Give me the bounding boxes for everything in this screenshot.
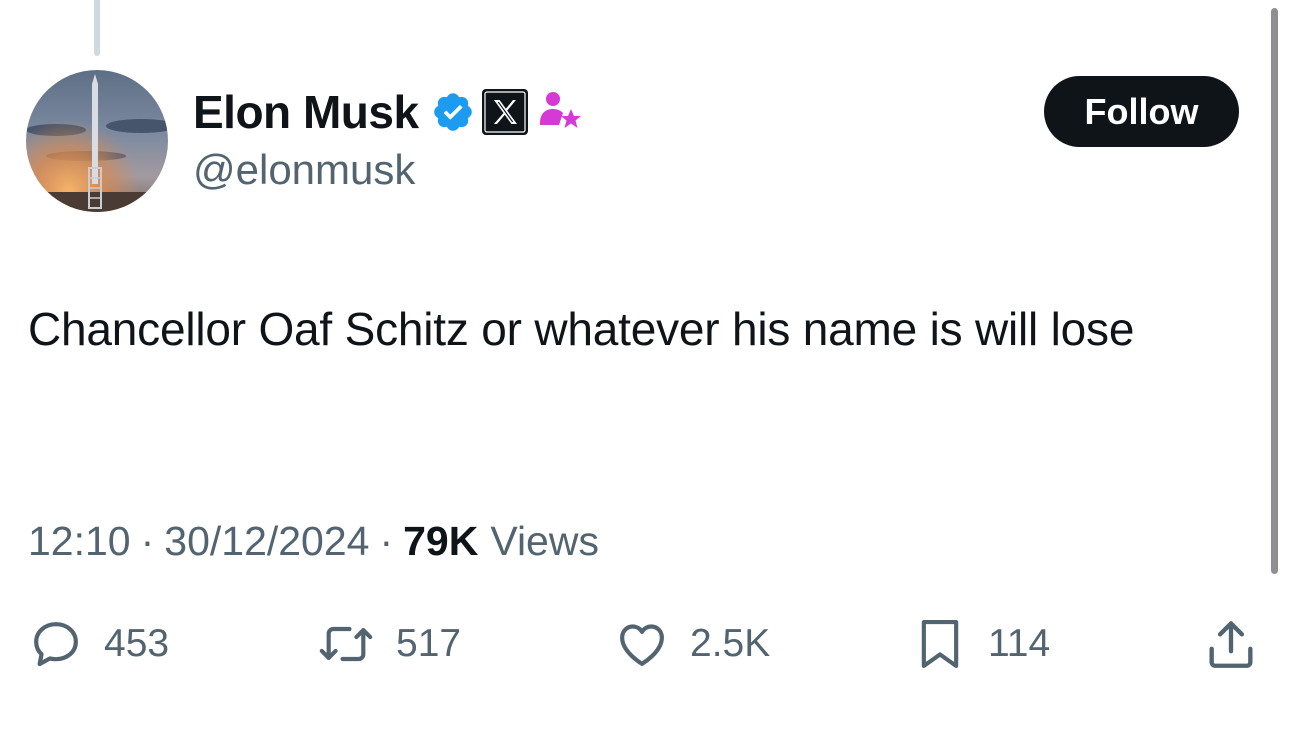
repost-button[interactable]: 517: [316, 616, 461, 672]
like-count: 2.5K: [690, 622, 771, 665]
tweet-page: Elon Musk @elonmusk Follow Chancellor Oa…: [0, 0, 1290, 748]
scrollbar[interactable]: [1271, 8, 1278, 574]
author-handle[interactable]: @elonmusk: [193, 146, 415, 194]
user-star-icon[interactable]: [537, 89, 583, 135]
author-display-name[interactable]: Elon Musk: [193, 85, 419, 139]
repost-icon: [316, 616, 376, 672]
repost-count: 517: [396, 622, 462, 665]
follow-button[interactable]: Follow: [1044, 76, 1239, 147]
avatar[interactable]: [26, 70, 168, 212]
tweet-text: Chancellor Oaf Schitz or whatever his na…: [28, 303, 1135, 355]
meta-separator: ·: [140, 517, 155, 564]
like-button[interactable]: 2.5K: [614, 616, 770, 672]
meta-separator: ·: [379, 517, 394, 564]
tweet-meta: 12:10 · 30/12/2024 · 79K Views: [28, 516, 599, 566]
thread-connector-line: [94, 0, 100, 56]
author-name-row: Elon Musk: [193, 84, 583, 140]
bookmark-icon: [912, 614, 968, 674]
x-logo-icon[interactable]: [481, 88, 529, 136]
share-button[interactable]: [1202, 616, 1260, 672]
tweet-time[interactable]: 12:10: [28, 518, 131, 565]
views-count[interactable]: 79K: [403, 518, 478, 565]
reply-icon: [28, 616, 84, 672]
bookmark-count: 114: [988, 622, 1051, 665]
tweet-date[interactable]: 30/12/2024: [164, 518, 369, 565]
reply-button[interactable]: 453: [28, 616, 169, 672]
share-icon: [1202, 615, 1260, 673]
heart-icon: [614, 616, 670, 672]
views-label[interactable]: Views: [490, 518, 599, 565]
reply-count: 453: [104, 622, 170, 665]
verified-check-icon[interactable]: [431, 90, 475, 134]
bookmark-button[interactable]: 114: [912, 616, 1050, 672]
